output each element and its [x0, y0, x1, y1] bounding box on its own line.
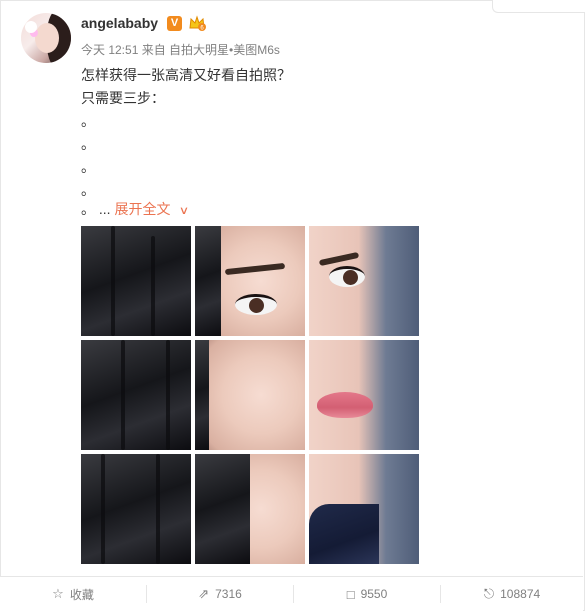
post-text-line-2: 只需要三步： — [81, 90, 165, 106]
like-count: 108874 — [500, 587, 541, 601]
photo-grid — [81, 226, 419, 564]
star-icon: ☆ — [52, 586, 64, 601]
favorite-label: 收藏 — [69, 587, 94, 602]
avatar-flower — [25, 21, 37, 33]
photo-thumbnail-7[interactable] — [81, 454, 191, 564]
comment-icon: □ — [346, 586, 355, 602]
photo-thumbnail-4[interactable] — [81, 340, 191, 450]
photo-thumbnail-8[interactable] — [195, 454, 305, 564]
previous-card-edge — [492, 0, 585, 13]
photo-thumbnail-3[interactable] — [309, 226, 419, 336]
avatar[interactable] — [21, 13, 71, 63]
avatar-face — [35, 23, 59, 53]
photo-thumbnail-9[interactable] — [309, 454, 419, 564]
post-text-line-1: 怎样获得一张高清又好看自拍照？ — [81, 67, 291, 83]
photo-thumbnail-5[interactable] — [195, 340, 305, 450]
thumbs-up-icon: ⎋ — [483, 586, 495, 601]
post-dot: 。 — [81, 113, 95, 129]
verified-badge-icon[interactable]: V — [167, 16, 182, 31]
photo-thumbnail-1[interactable] — [81, 226, 191, 336]
like-button[interactable]: ⎋ 108874 — [441, 577, 583, 611]
repost-icon: ⇗ — [198, 586, 210, 601]
repost-count: 7316 — [215, 587, 242, 601]
member-crown-icon[interactable]: 6 — [188, 15, 206, 32]
post-dot: 。 — [81, 182, 95, 198]
photo-thumbnail-6[interactable] — [309, 340, 419, 450]
expand-row: 。 ... 展开全文 ∨ — [81, 199, 190, 219]
photo-thumbnail-2[interactable] — [195, 226, 305, 336]
ellipsis: ... — [98, 201, 111, 217]
favorite-button[interactable]: ☆ 收藏 — [0, 577, 146, 611]
expand-full-text-link[interactable]: 展开全文 — [114, 201, 170, 217]
author-name[interactable]: angelababy — [81, 15, 158, 31]
chevron-down-icon[interactable]: ∨ — [179, 204, 189, 217]
comment-count: 9550 — [360, 587, 388, 601]
comment-button[interactable]: □ 9550 — [294, 577, 440, 611]
repost-button[interactable]: ⇗ 7316 — [147, 577, 293, 611]
post-meta: 今天 12:51 来自 自拍大明星•美图M6s — [81, 43, 280, 57]
action-bar: ☆ 收藏 ⇗ 7316 □ 9550 ⎋ 108874 — [0, 576, 583, 611]
post-dot: 。 — [81, 136, 95, 152]
post-dot: 。 — [81, 201, 95, 217]
post-dot: 。 — [81, 159, 95, 175]
